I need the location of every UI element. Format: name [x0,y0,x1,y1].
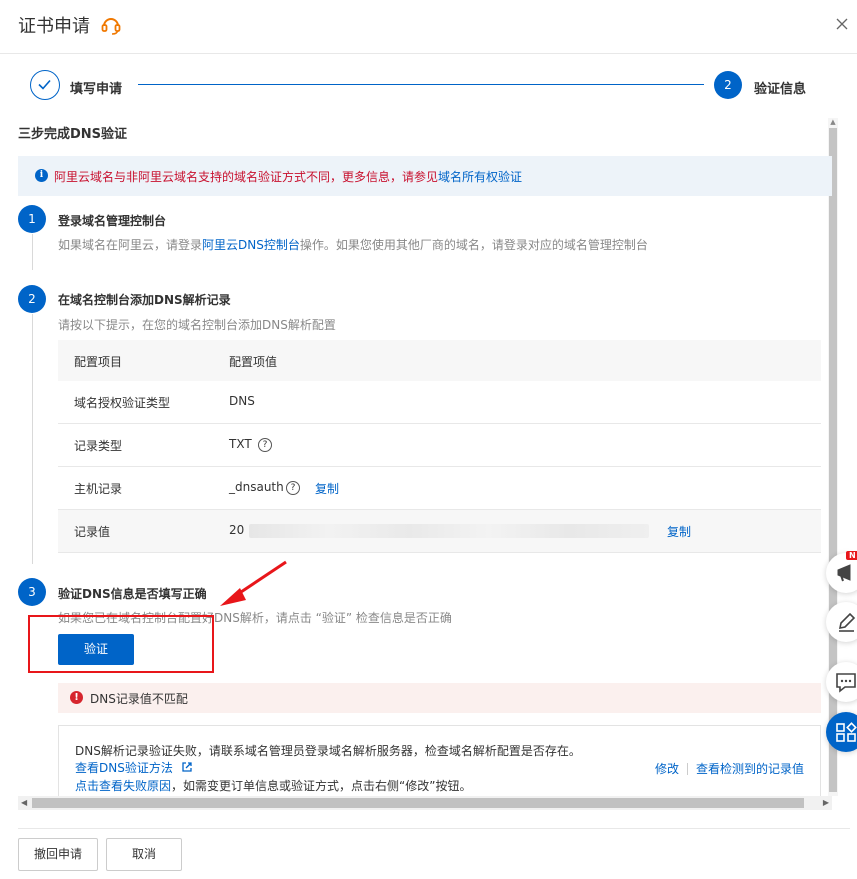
table-row: 域名授权验证类型 DNS [58,381,821,424]
verification-detail: DNS解析记录验证失败，请联系域名管理员登录域名解析服务器，检查域名解析配置是否… [58,725,821,805]
table-row: 记录类型 TXT ? [58,424,821,467]
dialog-title: 证书申请 [18,16,90,37]
highlight-box [28,615,214,673]
timeline-connector [32,314,33,564]
divider [687,763,689,775]
cancel-button[interactable]: 取消 [106,838,182,871]
view-detected-records-link[interactable]: 查看检测到的记录值 [696,762,804,776]
timeline-connector [32,234,33,270]
help-icon[interactable]: ? [258,438,272,452]
annotation-arrow-icon [220,560,287,606]
step-heading-verify: 验证DNS信息是否填写正确 [58,587,207,601]
withdraw-application-button[interactable]: 撤回申请 [18,838,98,871]
dns-config-table: 配置项目 配置项值 域名授权验证类型 DNS 记录类型 TXT ? 主机记录 _… [58,340,821,553]
check-icon [38,79,51,90]
step-heading-add-record: 在域名控制台添加DNS解析记录 [58,293,231,307]
row-value: DNS [229,394,255,408]
edit-pen-icon [838,612,856,632]
column-header-key: 配置项目 [74,355,123,369]
detail-hint: ，如需变更订单信息或验证方式，点击右侧“修改”按钮。 [171,779,472,793]
info-text: 阿里云域名与非阿里云域名支持的域名验证方式不同，更多信息，请参见域名所有权验证 [54,168,522,185]
step-complete-icon [30,70,60,100]
row-value: TXT [229,437,252,451]
redacted-record-value [249,524,649,538]
edit-link[interactable]: 修改 [655,762,679,776]
link-text: 查看DNS验证方法 [75,761,173,775]
close-icon[interactable] [834,16,850,32]
step-heading-login: 登录域名管理控制台 [58,214,167,228]
step-connector [138,84,704,85]
scroll-right-arrow-icon[interactable]: ▶ [823,798,829,807]
new-badge: N [846,551,857,560]
detail-reason-line: 点击查看失败原因，如需变更订单信息或验证方式，点击右侧“修改”按钮。 [75,777,471,794]
info-message: 阿里云域名与非阿里云域名支持的域名验证方式不同，更多信息，请参见 [54,170,439,184]
desc-text: 操作。如果您使用其他厂商的域名，请登录对应的域名管理控制台 [299,238,648,252]
apps-grid-icon [836,722,857,742]
desc-text: 如果域名在阿里云，请登录 [58,238,203,252]
customer-service-icon[interactable] [100,14,122,36]
row-key: 记录类型 [74,439,123,453]
dialog-footer: 撤回申请 取消 [0,828,857,879]
step-number-current: 2 [714,71,742,99]
chat-bubble-icon [836,673,856,693]
row-value: 20 [229,523,245,537]
step-label-verify: 验证信息 [754,82,807,97]
divider [18,828,850,829]
step-number-2: 2 [18,285,46,313]
copy-record-value-button[interactable]: 复制 [667,523,691,540]
external-link-icon [182,762,192,772]
failure-reason-link[interactable]: 点击查看失败原因 [75,779,171,793]
feedback-float-button[interactable] [826,602,857,642]
dialog-header: 证书申请 [0,0,857,54]
scroll-left-arrow-icon[interactable]: ◀ [21,798,27,807]
scroll-up-arrow-icon[interactable]: ▲ [828,118,838,126]
step-number-3: 3 [18,578,46,606]
domain-ownership-link[interactable]: 域名所有权验证 [438,170,522,184]
step-label-fill: 填写申请 [70,82,123,97]
step-desc-login: 如果域名在阿里云，请登录阿里云DNS控制台操作。如果您使用其他厂商的域名，请登录… [58,236,648,253]
news-float-button[interactable]: N [826,551,857,593]
info-notice: i 阿里云域名与非阿里云域名支持的域名验证方式不同，更多信息，请参见域名所有权验… [18,156,832,196]
step-number-1: 1 [18,205,46,233]
dns-verify-method-link[interactable]: 查看DNS验证方法 [75,759,193,776]
horizontal-scrollbar[interactable]: ◀ ▶ [18,796,832,810]
error-alert: ! DNS记录值不匹配 [58,683,821,713]
row-key: 记录值 [74,525,111,539]
error-icon: ! [70,691,83,704]
row-value: _dnsauth [229,480,284,494]
table-header-row: 配置项目 配置项值 [58,340,821,381]
horizontal-scrollbar-thumb[interactable] [32,798,804,808]
chat-float-button[interactable] [826,662,857,702]
section-title: 三步完成DNS验证 [18,127,128,142]
error-message: DNS记录值不匹配 [90,692,188,706]
table-row: 记录值 20 复制 [58,510,821,553]
column-header-value: 配置项值 [229,355,278,369]
copy-host-record-button[interactable]: 复制 [315,480,339,497]
detail-message: DNS解析记录验证失败，请联系域名管理员登录域名解析服务器，检查域名解析配置是否… [75,744,581,758]
progress-steps: 填写申请 2 验证信息 [0,54,857,118]
row-key: 主机记录 [74,482,123,496]
row-key: 域名授权验证类型 [74,396,171,410]
aliyun-dns-console-link[interactable]: 阿里云DNS控制台 [202,238,300,252]
step-desc-add-record: 请按以下提示，在您的域名控制台添加DNS解析配置 [58,318,336,332]
content-scroll-area[interactable]: 三步完成DNS验证 ▲ i 阿里云域名与非阿里云域名支持的域名验证方式不同，更多… [0,118,857,808]
help-icon[interactable]: ? [286,481,300,495]
apps-float-button[interactable] [826,712,857,752]
info-icon: i [35,169,48,182]
table-row: 主机记录 _dnsauth ? 复制 [58,467,821,510]
detail-actions: 修改 查看检测到的记录值 [655,760,804,777]
